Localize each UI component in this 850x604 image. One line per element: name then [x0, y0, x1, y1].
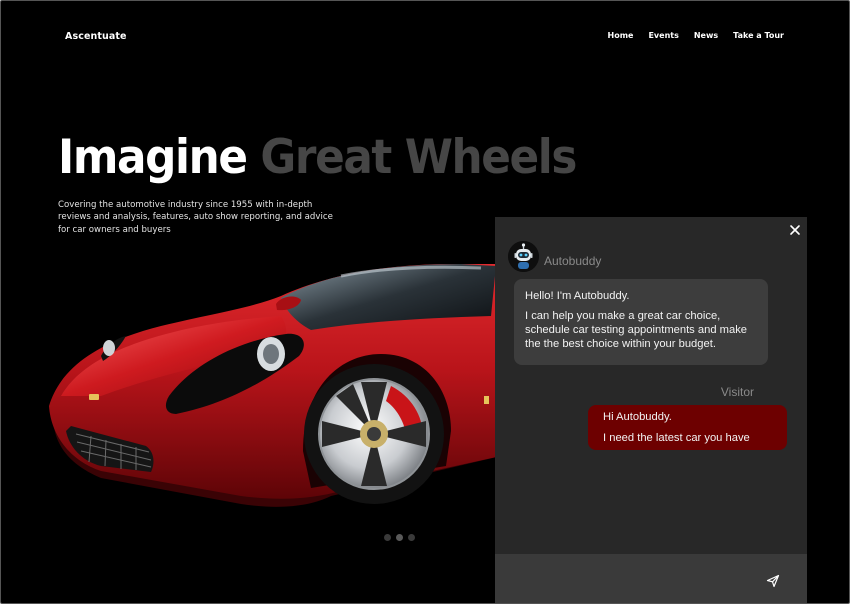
hero-headline: Imagine Great Wheels — [58, 128, 577, 188]
bot-message-line: Hello! I'm Autobuddy. — [525, 290, 630, 302]
close-icon — [790, 225, 800, 235]
carousel-dots — [384, 534, 415, 541]
visitor-message-bubble: Hi Autobuddy. I need the latest car you … — [588, 405, 787, 450]
robot-avatar-icon — [508, 241, 539, 272]
main-nav: Home Events News Take a Tour — [608, 31, 784, 40]
brand-logo[interactable]: Ascentuate — [65, 31, 127, 42]
headline-word-white: Imagine — [58, 130, 248, 185]
chat-composer — [495, 554, 807, 603]
close-chat-button[interactable] — [789, 223, 801, 235]
nav-take-a-tour[interactable]: Take a Tour — [733, 31, 784, 40]
nav-home[interactable]: Home — [608, 31, 634, 40]
bot-message-bubble: Hello! I'm Autobuddy. I can help you mak… — [514, 279, 768, 365]
bot-avatar — [508, 241, 539, 272]
nav-news[interactable]: News — [694, 31, 718, 40]
hero-car-image — [49, 264, 501, 507]
message-input[interactable] — [495, 554, 755, 603]
bot-name: Autobuddy — [544, 254, 602, 268]
bot-message-line: I can help you make a great car choice, … — [525, 310, 748, 350]
nav-events[interactable]: Events — [648, 31, 678, 40]
headline-word-gray: Great Wheels — [260, 130, 577, 185]
send-button[interactable] — [766, 574, 780, 588]
send-icon — [766, 574, 780, 588]
visitor-message-line: I need the latest car you have — [603, 432, 750, 444]
chat-widget: Autobuddy Hello! I'm Autobuddy. I can he… — [495, 217, 807, 603]
carousel-dot-active[interactable] — [396, 534, 403, 541]
visitor-message-line: Hi Autobuddy. — [603, 411, 672, 423]
landing-page: Ascentuate Home Events News Take a Tour … — [0, 0, 850, 604]
carousel-dot[interactable] — [408, 534, 415, 541]
carousel-dot[interactable] — [384, 534, 391, 541]
hero-subtitle: Covering the automotive industry since 1… — [58, 200, 333, 235]
visitor-name: Visitor — [720, 385, 754, 399]
